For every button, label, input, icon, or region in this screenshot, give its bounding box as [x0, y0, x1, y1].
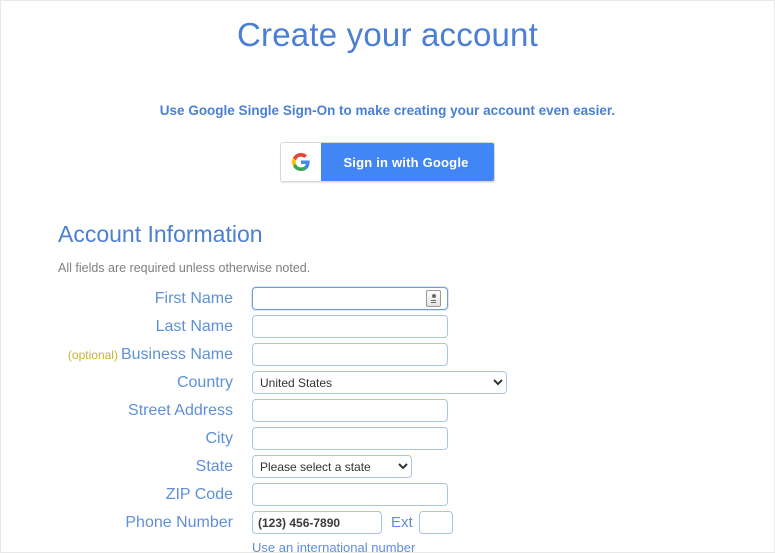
form-row-city: City [1, 425, 774, 452]
street-address-input[interactable] [252, 399, 448, 422]
ext-label: Ext [391, 513, 413, 531]
first-name-control [233, 287, 448, 310]
country-control: United States [233, 371, 507, 394]
form-row-state: State Please select a state [1, 453, 774, 480]
contact-card-autofill-icon[interactable] [426, 290, 441, 307]
business-name-control [233, 343, 448, 366]
phone-number-label: Phone Number [125, 513, 233, 531]
city-label: City [205, 429, 233, 447]
last-name-control [233, 315, 448, 338]
city-control [233, 427, 448, 450]
form-row-business-name: (optional) Business Name [1, 341, 774, 368]
section-heading-account-information: Account Information [58, 221, 263, 247]
last-name-label: Last Name [155, 317, 233, 335]
form-row-street-address: Street Address [1, 397, 774, 424]
first-name-label: First Name [154, 289, 233, 307]
form-row-zip-code: ZIP Code [1, 481, 774, 508]
google-signin-wrap: Sign in with Google [1, 142, 774, 182]
state-select[interactable]: Please select a state [252, 455, 412, 478]
signup-page: Create your account Use Google Single Si… [0, 0, 775, 553]
form-row-last-name: Last Name [1, 313, 774, 340]
use-international-number-link[interactable]: Use an international number [233, 540, 415, 552]
form-row-phone-number: Phone Number Ext [1, 509, 774, 536]
business-name-label-text: Business Name [120, 345, 233, 363]
page-title: Create your account [237, 16, 538, 53]
country-label: Country [176, 373, 233, 391]
phone-number-input[interactable] [252, 511, 382, 534]
country-select[interactable]: United States [252, 371, 507, 394]
state-label: State [195, 457, 233, 475]
google-g-icon [281, 143, 322, 181]
sign-in-with-google-button[interactable]: Sign in with Google [280, 142, 495, 182]
zip-code-label: ZIP Code [165, 485, 233, 503]
zip-code-control [233, 483, 448, 506]
business-name-optional-tag: (optional) [67, 347, 118, 362]
section-note: All fields are required unless otherwise… [58, 261, 311, 275]
form-row-country: Country United States [1, 369, 774, 396]
sso-subtitle: Use Google Single Sign-On to make creati… [159, 103, 616, 118]
city-input[interactable] [252, 427, 448, 450]
form-row-international-link: Use an international number [1, 537, 774, 552]
account-information-form: First Name Last Name (optional) Business … [1, 285, 774, 552]
business-name-input[interactable] [252, 343, 448, 366]
phone-number-control: Ext [233, 511, 453, 534]
zip-code-input[interactable] [252, 483, 448, 506]
ext-input[interactable] [418, 511, 453, 534]
state-control: Please select a state [233, 455, 412, 478]
last-name-input[interactable] [252, 315, 448, 338]
business-name-label: (optional) Business Name [1, 345, 233, 365]
form-row-first-name: First Name [1, 285, 774, 312]
street-address-control [233, 399, 448, 422]
google-button-label: Sign in with Google [321, 143, 494, 181]
first-name-input[interactable] [252, 287, 448, 310]
street-address-label: Street Address [128, 401, 233, 419]
